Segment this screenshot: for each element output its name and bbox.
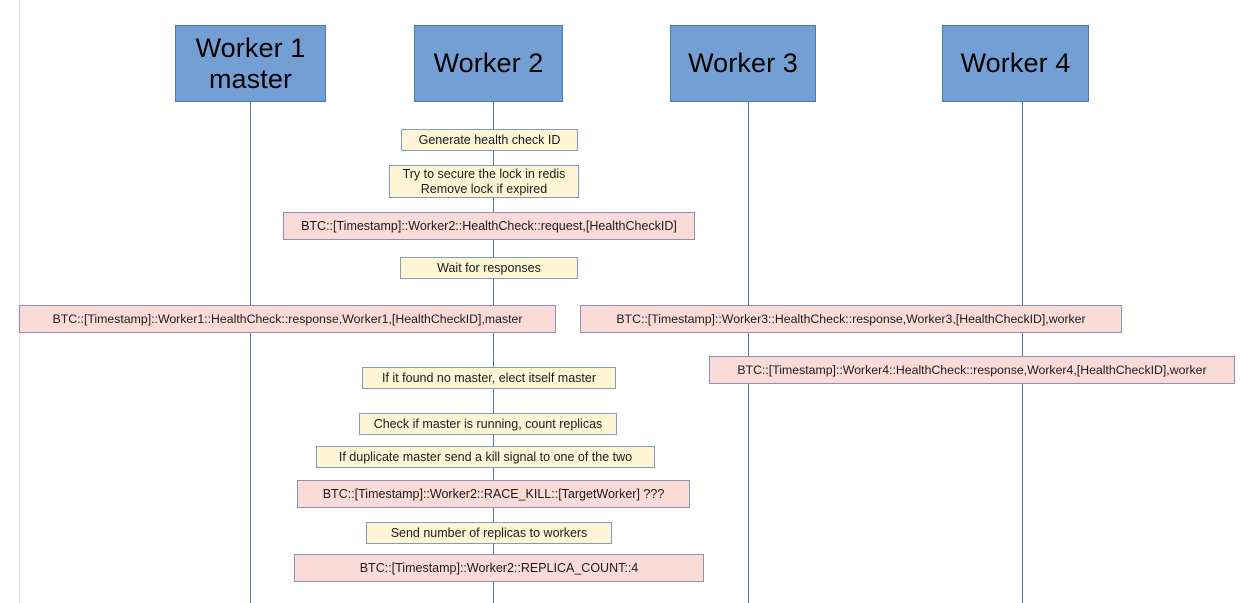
page-margin-rule-left bbox=[19, 0, 20, 603]
note-send-replica-count[interactable]: Send number of replicas to workers bbox=[366, 522, 612, 544]
actor-worker2[interactable]: Worker 2 bbox=[414, 25, 563, 102]
message-worker4-healthcheck-response[interactable]: BTC::[Timestamp]::Worker4::HealthCheck::… bbox=[709, 356, 1235, 384]
message-worker3-healthcheck-response[interactable]: BTC::[Timestamp]::Worker3::HealthCheck::… bbox=[580, 305, 1122, 333]
lifeline-worker4 bbox=[1022, 102, 1023, 603]
note-secure-lock-in-redis[interactable]: Try to secure the lock in redis Remove l… bbox=[389, 165, 579, 198]
note-duplicate-master-kill-signal[interactable]: If duplicate master send a kill signal t… bbox=[316, 446, 655, 468]
actor-worker4[interactable]: Worker 4 bbox=[942, 25, 1089, 102]
sequence-diagram-canvas: Worker 1 master Worker 2 Worker 3 Worker… bbox=[0, 0, 1243, 603]
note-wait-for-responses[interactable]: Wait for responses bbox=[400, 257, 578, 279]
message-race-kill[interactable]: BTC::[Timestamp]::Worker2::RACE_KILL::[T… bbox=[297, 480, 690, 508]
note-generate-health-check-id[interactable]: Generate health check ID bbox=[401, 129, 578, 151]
actor-worker3[interactable]: Worker 3 bbox=[670, 25, 816, 102]
actor-worker1[interactable]: Worker 1 master bbox=[175, 25, 326, 102]
lifeline-worker1 bbox=[250, 102, 251, 603]
note-check-master-count-replicas[interactable]: Check if master is running, count replic… bbox=[359, 413, 617, 435]
note-elect-itself-master[interactable]: If it found no master, elect itself mast… bbox=[362, 367, 616, 389]
message-replica-count[interactable]: BTC::[Timestamp]::Worker2::REPLICA_COUNT… bbox=[294, 554, 704, 582]
lifeline-worker3 bbox=[748, 102, 749, 603]
message-healthcheck-request[interactable]: BTC::[Timestamp]::Worker2::HealthCheck::… bbox=[283, 212, 695, 240]
message-worker1-healthcheck-response[interactable]: BTC::[Timestamp]::Worker1::HealthCheck::… bbox=[19, 305, 556, 333]
